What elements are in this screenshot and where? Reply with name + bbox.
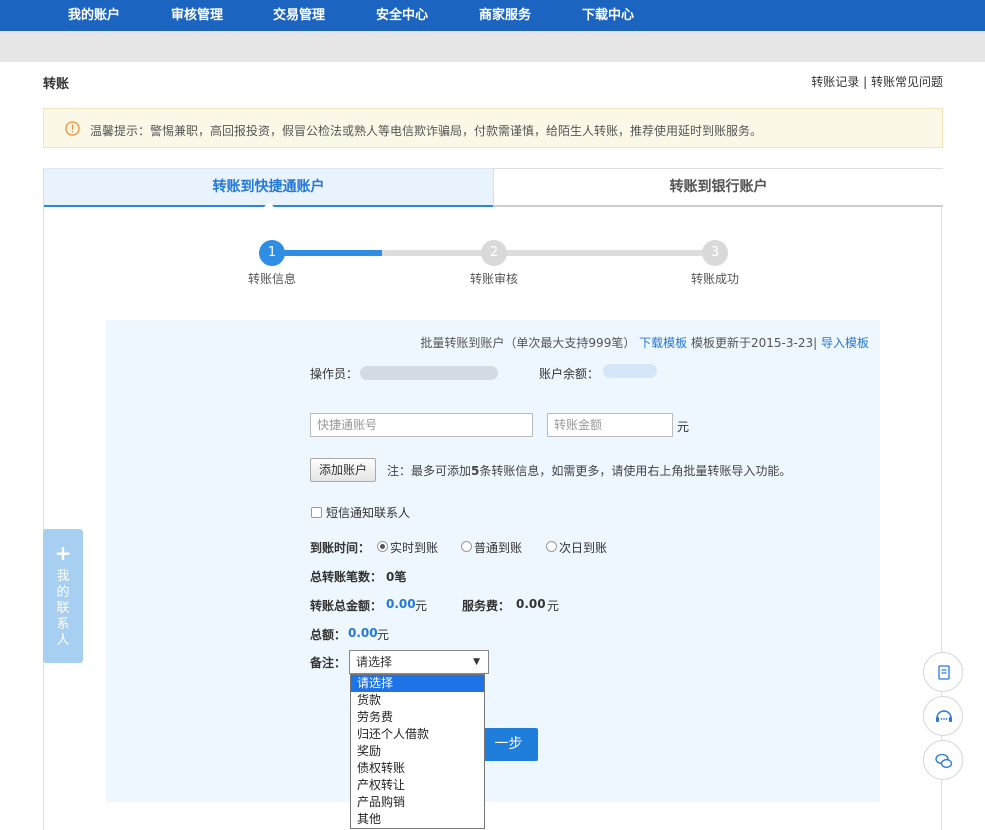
nav-my-account[interactable]: 我的账户 [68, 0, 120, 31]
top-links: 转账记录 | 转账常见问题 [811, 73, 943, 90]
step-3-label: 转账成功 [690, 272, 739, 286]
chat-button[interactable] [923, 740, 963, 780]
remark-option[interactable]: 债权转账 [351, 760, 484, 777]
remark-option[interactable]: 劳务费 [351, 709, 484, 726]
tab-to-bank-account[interactable]: 转账到银行账户 [493, 168, 943, 207]
transfer-faq-link[interactable]: 转账常见问题 [871, 75, 943, 89]
radio-next-day-label: 次日到账 [559, 541, 608, 555]
warning-notice: 温馨提示：警惕兼职，高回报投资，假冒公检法或熟人等电信欺诈骗局，付款需谨慎，给陌… [43, 108, 943, 148]
radio-realtime-label: 实时到账 [390, 541, 439, 555]
link-separator: | [859, 75, 871, 89]
nav-audit[interactable]: 审核管理 [171, 0, 223, 31]
step-1-label: 转账信息 [247, 272, 296, 286]
total-count-label: 总转账笔数： [310, 570, 383, 584]
note-prefix: 注：最多可添加 [387, 464, 472, 478]
page-title: 转账 [43, 77, 70, 92]
radio-normal-label: 普通到账 [474, 541, 523, 555]
top-nav: 我的账户 审核管理 交易管理 安全中心 商家服务 下载中心 [0, 0, 985, 31]
operator-value-redacted [360, 366, 498, 380]
remark-option[interactable]: 其他 [351, 811, 484, 828]
nav-security[interactable]: 安全中心 [376, 0, 428, 31]
transfer-tabs: 转账到快捷通账户 转账到银行账户 [44, 168, 943, 207]
step-line-pending [382, 250, 716, 256]
nav-trade[interactable]: 交易管理 [273, 0, 325, 31]
add-account-button[interactable]: 添加账户 [310, 458, 376, 482]
total-amount-unit: 元 [415, 599, 428, 613]
step-3-circle: 3 [702, 240, 728, 266]
amount-input[interactable] [547, 413, 673, 437]
remark-option[interactable]: 产权转让 [351, 777, 484, 794]
batch-transfer-line: 批量转账到账户（单次最大支持999笔） 下载模板 模板更新于2015-3-23|… [420, 334, 869, 351]
tab-caret [264, 202, 274, 207]
plus-icon: + [54, 541, 72, 565]
grand-total-value: 0.00 [348, 626, 378, 640]
tab-to-kjt-account[interactable]: 转账到快捷通账户 [44, 168, 493, 207]
transfer-panel: 转账到快捷通账户 转账到银行账户 1 2 3 转账信息 转账审核 转账成功 批量… [43, 168, 943, 830]
add-account-note: 注：最多可添加5条转账信息，如需更多，请使用右上角批量转账导入功能。 [387, 462, 791, 479]
nav-download[interactable]: 下载中心 [582, 0, 634, 31]
radio-next-day[interactable] [546, 541, 557, 552]
notice-text: 温馨提示：警惕兼职，高回报投资，假冒公检法或熟人等电信欺诈骗局，付款需谨慎，给陌… [90, 124, 763, 138]
balance-value-redacted [603, 364, 657, 378]
transfer-records-link[interactable]: 转账记录 [811, 75, 859, 89]
remark-option[interactable]: 归还个人借款 [351, 726, 484, 743]
my-contacts-label: 我的联系人 [56, 569, 70, 648]
chevron-down-icon: ▼ [473, 657, 480, 667]
step-1-circle: 1 [259, 240, 285, 266]
download-template-link[interactable]: 下载模板 [639, 336, 687, 350]
sms-notify-label: 短信通知联系人 [326, 506, 411, 520]
step-2-circle: 2 [481, 240, 507, 266]
transfer-form: 批量转账到账户（单次最大支持999笔） 下载模板 模板更新于2015-3-23|… [106, 320, 880, 829]
feedback-button[interactable] [923, 652, 963, 692]
step-line-done [272, 250, 382, 256]
chat-icon [935, 753, 953, 768]
template-updated-text: 模板更新于2015-3-23| [691, 336, 818, 350]
customer-service-button[interactable] [923, 696, 963, 736]
arrival-time-label: 到账时间： [310, 541, 371, 555]
grand-total-label: 总额： [310, 628, 347, 642]
amount-unit: 元 [677, 420, 690, 434]
remark-option[interactable]: 货款 [351, 692, 484, 709]
customer-service-icon [936, 710, 952, 722]
note-suffix: 条转账信息，如需更多，请使用右上角批量转账导入功能。 [479, 464, 792, 478]
remark-option[interactable]: 奖励 [351, 743, 484, 760]
balance-label: 账户余额： [539, 367, 600, 381]
nav-merchant[interactable]: 商家服务 [479, 0, 531, 31]
remark-option[interactable]: 产品购销 [351, 794, 484, 811]
total-amount-label: 转账总金额： [310, 599, 383, 613]
my-contacts-tab[interactable]: + 我的联系人 [43, 529, 83, 663]
remark-option[interactable]: 请选择 [351, 675, 484, 692]
tab-to-bank-account-label: 转账到银行账户 [669, 179, 768, 195]
service-fee-label: 服务费： [462, 599, 511, 613]
remark-dropdown: 请选择 货款 劳务费 归还个人借款 奖励 债权转账 产权转让 产品购销 其他 [350, 674, 485, 829]
account-input[interactable] [310, 413, 533, 437]
total-count-value: 0笔 [386, 570, 407, 584]
tab-to-kjt-account-label: 转账到快捷通账户 [212, 179, 325, 195]
grand-total-unit: 元 [377, 628, 390, 642]
next-step-button[interactable]: 一步 [479, 728, 538, 761]
sms-notify-checkbox[interactable] [311, 507, 322, 518]
remark-label: 备注： [310, 656, 347, 670]
progress-steps: 1 2 3 转账信息 转账审核 转账成功 [44, 238, 943, 288]
operator-label: 操作员： [310, 367, 359, 381]
total-amount-value: 0.00 [386, 597, 416, 611]
radio-normal[interactable] [461, 541, 472, 552]
page-root: 我的账户 审核管理 交易管理 安全中心 商家服务 下载中心 转账 转账记录 | … [0, 0, 985, 830]
note-icon [938, 665, 950, 680]
remark-select[interactable]: 请选择 ▼ [349, 650, 489, 674]
service-fee-unit: 元 [547, 599, 560, 613]
radio-realtime[interactable] [377, 541, 388, 552]
batch-text: 批量转账到账户（单次最大支持999笔） [420, 336, 636, 350]
import-template-link[interactable]: 导入模板 [821, 336, 869, 350]
sub-nav-bar [0, 31, 985, 62]
warning-icon [65, 121, 80, 136]
remark-select-value: 请选择 [356, 655, 393, 669]
service-fee-value: 0.00 [516, 597, 546, 611]
step-2-label: 转账审核 [469, 272, 518, 286]
